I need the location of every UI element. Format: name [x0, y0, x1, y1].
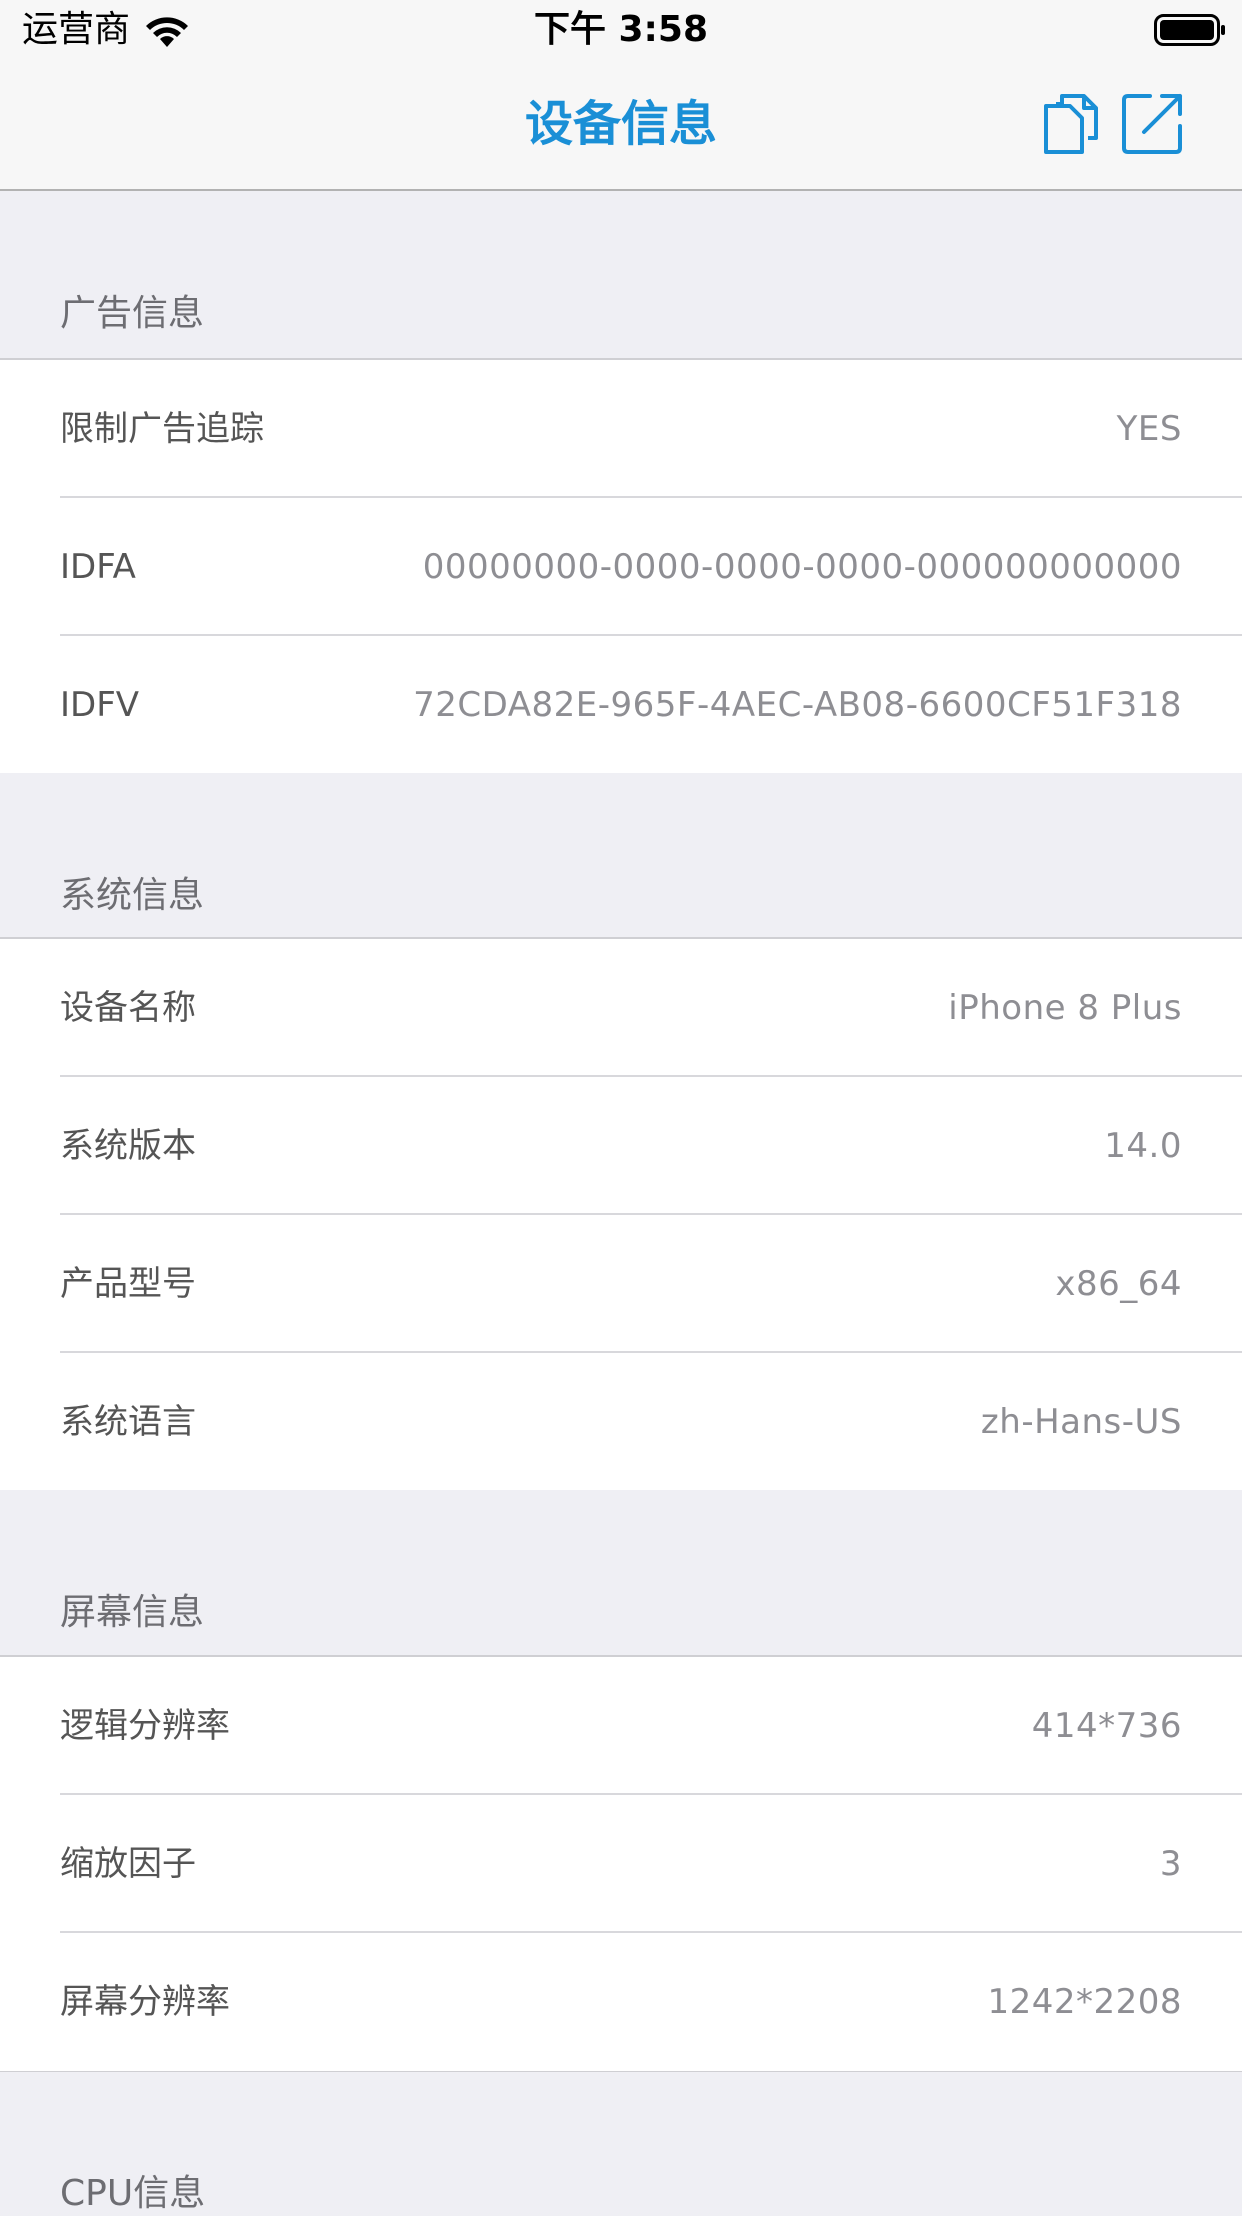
table-row[interactable]: IDFV 72CDA82E-965F-4AEC-AB08-6600CF51F31… [0, 636, 1242, 774]
table-row[interactable]: 缩放因子 3 [0, 1795, 1242, 1933]
row-value: YES [1116, 409, 1182, 449]
row-value: 414*736 [1031, 1706, 1182, 1746]
share-button[interactable] [1120, 92, 1184, 156]
row-key: IDFA [60, 547, 136, 587]
section-header-screen: 屏幕信息 [0, 1490, 1242, 1657]
row-value: 3 [1159, 1844, 1182, 1884]
section-system: 设备名称 iPhone 8 Plus 系统版本 14.0 产品型号 x86_64… [0, 937, 1242, 1512]
status-time: 下午 3:58 [533, 9, 709, 50]
table-row[interactable]: 设备名称 iPhone 8 Plus [0, 939, 1242, 1077]
row-key: IDFV [60, 685, 140, 725]
table-row[interactable]: 产品型号 x86_64 [0, 1215, 1242, 1353]
row-value: zh-Hans-US [980, 1402, 1182, 1442]
row-key: 限制广告追踪 [60, 409, 264, 449]
row-value: 1242*2208 [987, 1982, 1182, 2022]
row-value: 72CDA82E-965F-4AEC-AB08-6600CF51F318 [413, 685, 1182, 725]
table-row[interactable]: 逻辑分辨率 414*736 [0, 1657, 1242, 1795]
row-value: 00000000-0000-0000-0000-000000000000 [422, 547, 1182, 587]
battery-icon [1154, 14, 1225, 46]
row-value: 14.0 [1104, 1126, 1182, 1166]
share-icon [1122, 94, 1182, 154]
section-title: 广告信息 [60, 293, 205, 334]
table-row[interactable]: 系统语言 zh-Hans-US [0, 1353, 1242, 1491]
section-title: CPU信息 [60, 2173, 206, 2214]
row-key: 系统版本 [60, 1126, 196, 1166]
copy-button[interactable] [1040, 92, 1104, 156]
row-value: x86_64 [1055, 1264, 1182, 1304]
section-title: 系统信息 [60, 875, 205, 916]
section-header-ads: 广告信息 [0, 191, 1242, 358]
navigation-bar: 设备信息 [0, 60, 1242, 191]
row-key: 缩放因子 [60, 1844, 196, 1884]
copy-icon [1044, 94, 1098, 154]
table-row[interactable]: 系统版本 14.0 [0, 1077, 1242, 1215]
row-value: iPhone 8 Plus [948, 988, 1182, 1028]
status-bar: 运营商 下午 3:58 [0, 0, 1242, 60]
section-screen: 逻辑分辨率 414*736 缩放因子 3 屏幕分辨率 1242*2208 [0, 1655, 1242, 2073]
table-row[interactable]: 屏幕分辨率 1242*2208 [0, 1933, 1242, 2071]
table-row[interactable]: 限制广告追踪 YES [0, 360, 1242, 498]
row-key: 逻辑分辨率 [60, 1706, 230, 1746]
table-row[interactable]: IDFA 00000000-0000-0000-0000-00000000000… [0, 498, 1242, 636]
row-key: 产品型号 [60, 1264, 196, 1304]
row-key: 设备名称 [60, 988, 196, 1028]
section-header-cpu: CPU信息 [0, 2072, 1242, 2214]
section-title: 屏幕信息 [60, 1592, 205, 1633]
section-ads: 限制广告追踪 YES IDFA 00000000-0000-0000-0000-… [0, 358, 1242, 776]
row-key: 屏幕分辨率 [60, 1982, 230, 2022]
section-header-system: 系统信息 [0, 773, 1242, 940]
row-key: 系统语言 [60, 1402, 196, 1442]
